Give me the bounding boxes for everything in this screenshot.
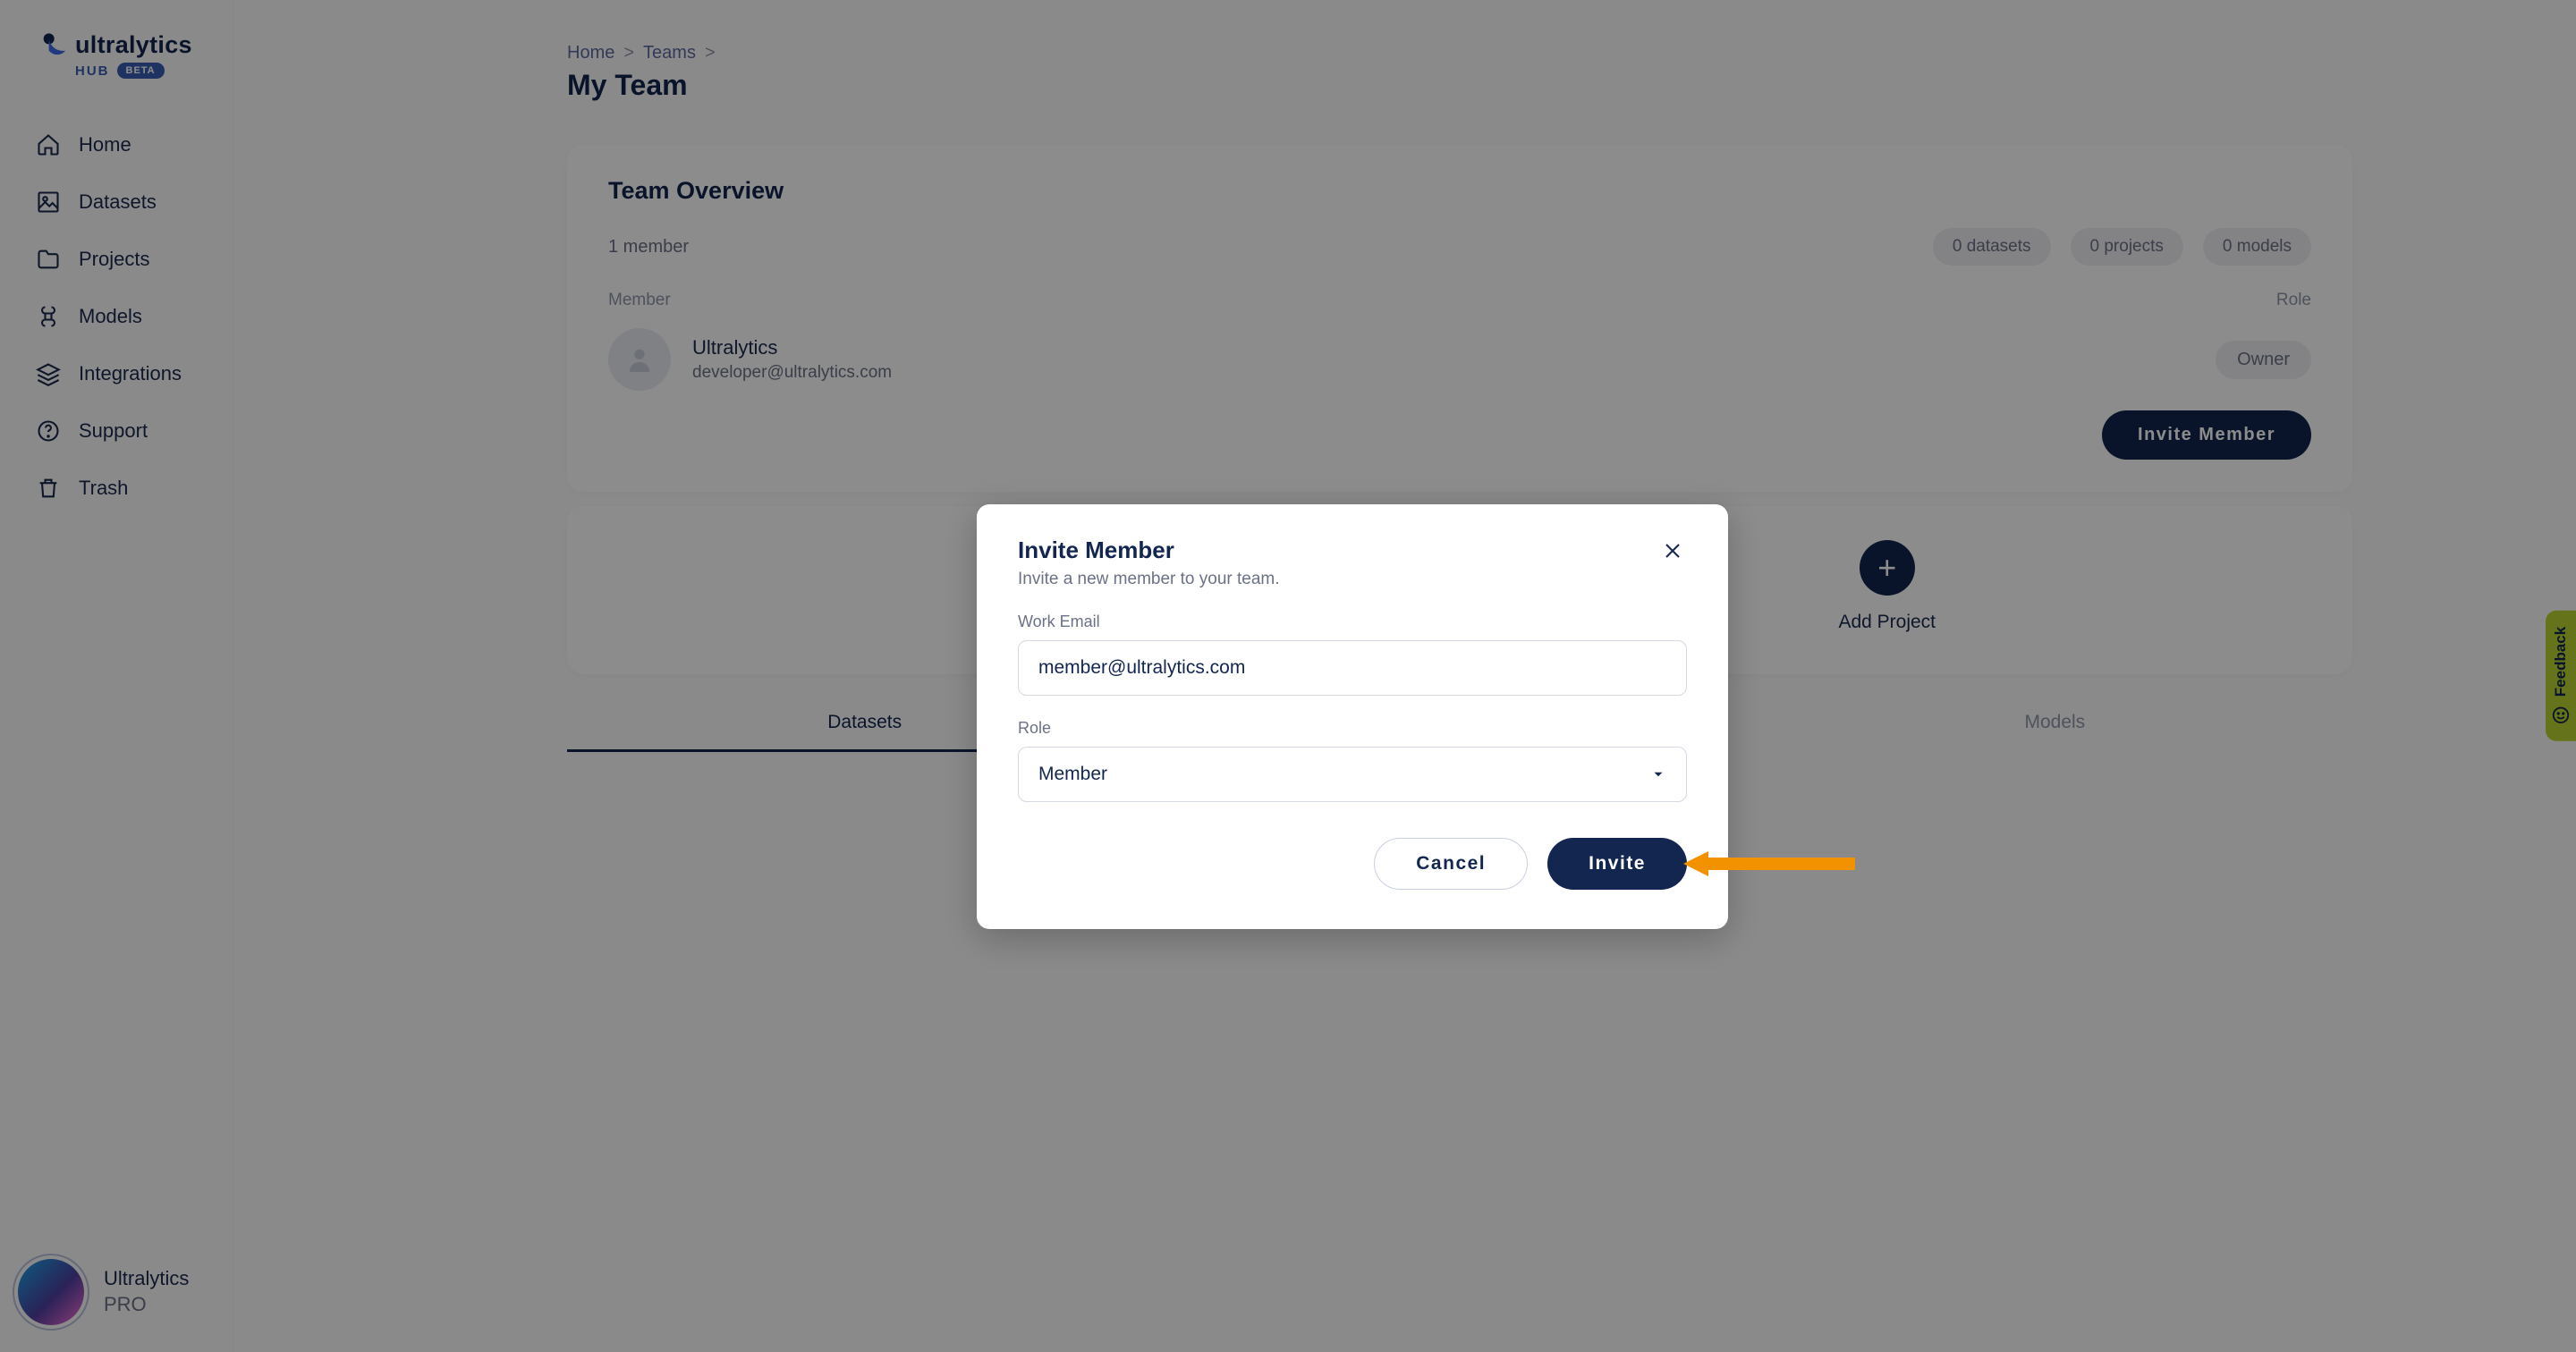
role-label: Role [1018,719,1687,738]
modal-title: Invite Member [1018,537,1280,564]
close-icon [1662,540,1683,562]
invite-button[interactable]: Invite [1547,838,1687,890]
modal-close-button[interactable] [1658,537,1687,568]
email-label: Work Email [1018,613,1687,631]
modal-subtitle: Invite a new member to your team. [1018,570,1280,589]
email-input[interactable] [1018,640,1687,696]
cancel-button[interactable]: Cancel [1374,838,1528,890]
invite-member-modal: Invite Member Invite a new member to you… [977,504,1728,929]
role-selected-value: Member [1038,764,1107,785]
role-select[interactable]: Member [1018,747,1687,802]
chevron-down-icon [1650,766,1666,782]
